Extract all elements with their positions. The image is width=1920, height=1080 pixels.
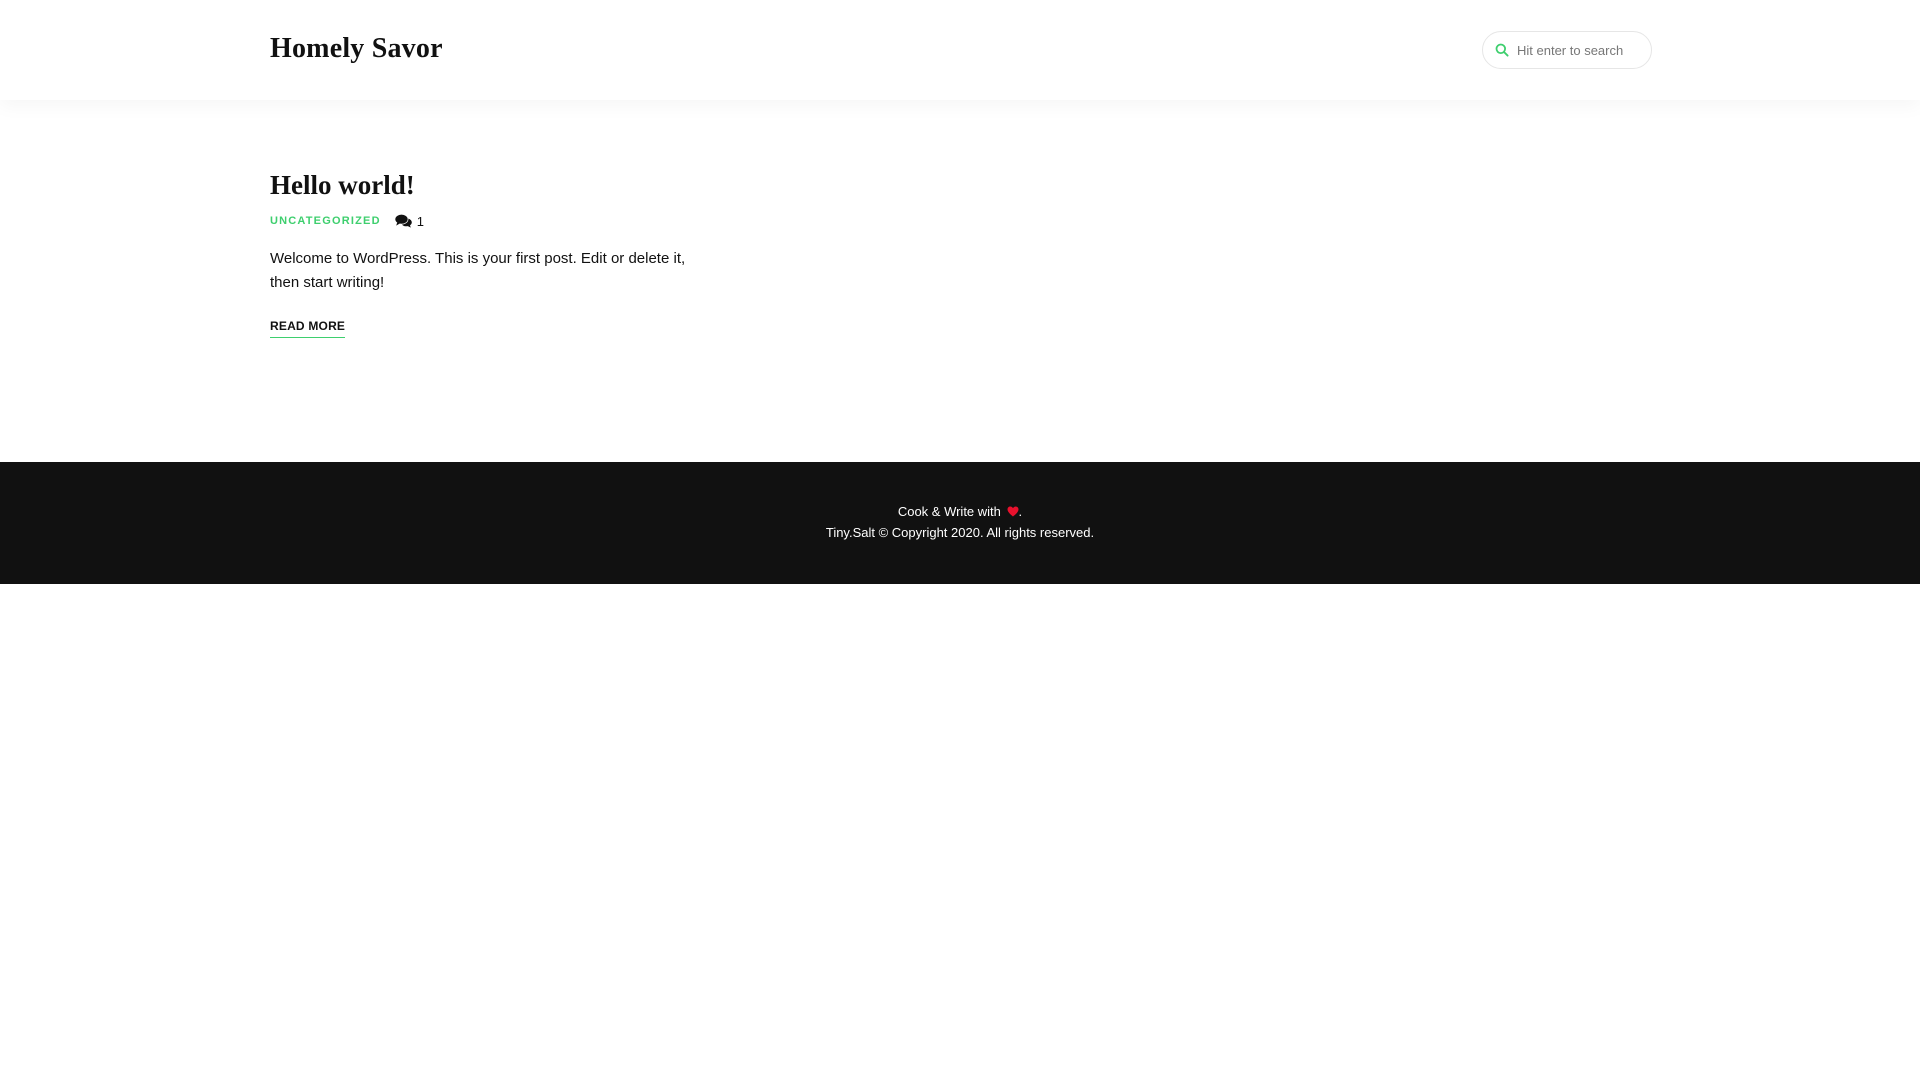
footer-copyright: Tiny.Salt © Copyright 2020. All rights r… [825, 525, 1095, 540]
search-input[interactable] [1517, 42, 1637, 58]
site-footer: Cook & Write with . Tiny.Salt © Copyrigh… [0, 462, 1920, 584]
footer-tagline-text: Cook & Write with [897, 504, 1001, 519]
heart-icon [1007, 506, 1019, 517]
site-title[interactable]: Homely Savor [270, 33, 443, 65]
footer-tagline: Cook & Write with . [0, 503, 1920, 521]
comments-link[interactable]: 1 [395, 214, 424, 229]
site-header: Homely Savor [0, 0, 1920, 100]
category-link[interactable]: UNCATEGORIZED [270, 215, 381, 227]
comment-count: 1 [416, 213, 424, 229]
search-box[interactable] [1482, 31, 1652, 69]
read-more-link[interactable]: READ MORE [270, 319, 346, 338]
footer-tagline-period: . [1018, 504, 1023, 519]
post-card: Hello world! UNCATEGORIZED 1 Welcome to … [270, 169, 710, 338]
post-title[interactable]: Hello world! [270, 169, 710, 201]
post-excerpt: Welcome to WordPress. This is your first… [270, 250, 686, 291]
post-meta: UNCATEGORIZED 1 [270, 211, 710, 231]
main-content: Hello world! UNCATEGORIZED 1 Welcome to … [0, 100, 1920, 462]
search-icon [1495, 43, 1509, 57]
comments-icon [395, 214, 412, 228]
header-inner: Homely Savor [270, 0, 1652, 100]
